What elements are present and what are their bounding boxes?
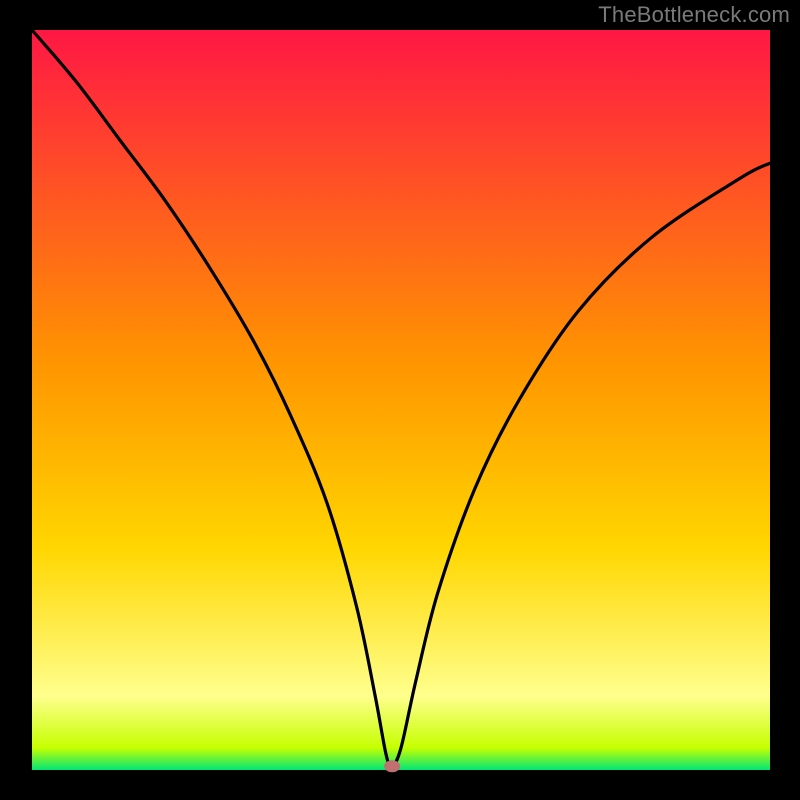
plot-area xyxy=(32,30,770,770)
attribution-text: TheBottleneck.com xyxy=(598,2,790,28)
bottleneck-chart xyxy=(0,0,800,800)
curve-minimum-marker xyxy=(384,760,400,772)
